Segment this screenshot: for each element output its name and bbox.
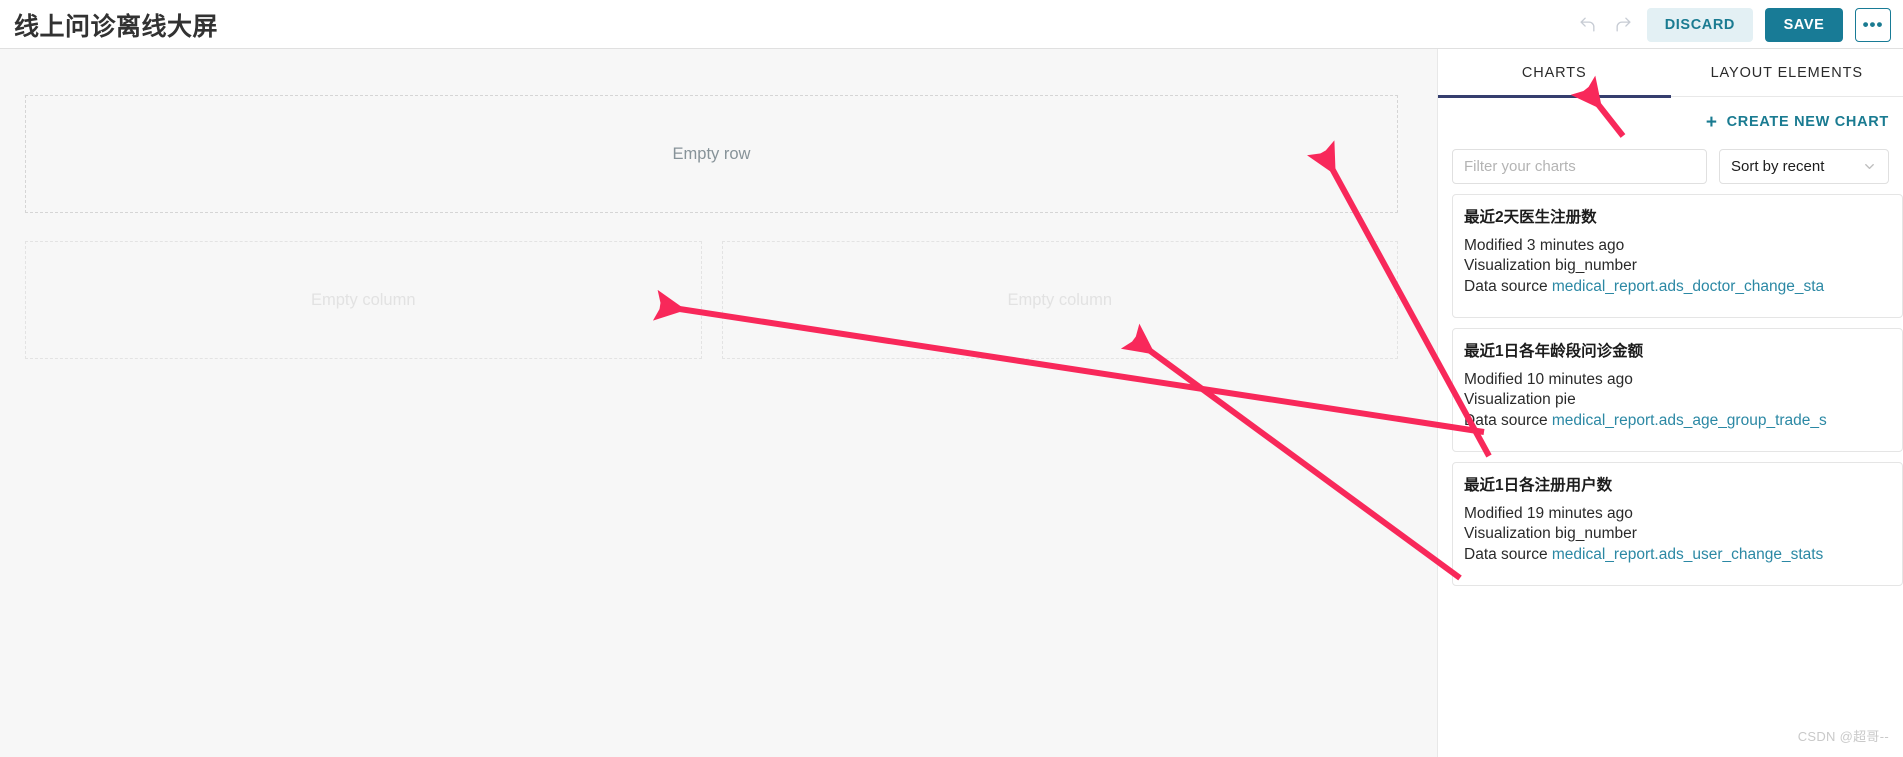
undo-button[interactable] <box>1575 12 1601 38</box>
empty-column-label: Empty column <box>310 290 416 309</box>
create-chart-row: + CREATE NEW CHART <box>1438 97 1903 147</box>
filter-sort-row: Sort by recent <box>1438 149 1903 184</box>
save-button[interactable]: SAVE <box>1765 7 1843 42</box>
discard-button[interactable]: DISCARD <box>1646 7 1753 42</box>
redo-icon <box>1614 15 1633 34</box>
chart-datasource-row: Data source medical_report.ads_age_group… <box>1464 411 1902 431</box>
panel-tabs: CHARTS LAYOUT ELEMENTS <box>1438 49 1903 98</box>
create-new-chart-label: CREATE NEW CHART <box>1726 114 1889 130</box>
empty-column-dropzone-1[interactable]: Empty column <box>25 241 702 359</box>
chart-card[interactable]: 最近1日各注册用户数 Modified 19 minutes ago Visua… <box>1452 462 1903 586</box>
chart-visualization-type: Visualization big_number <box>1464 257 1637 275</box>
more-options-button[interactable]: ••• <box>1855 7 1891 42</box>
create-new-chart-button[interactable]: + CREATE NEW CHART <box>1706 113 1889 132</box>
tab-charts[interactable]: CHARTS <box>1438 49 1671 98</box>
chart-datasource-row: Data source medical_report.ads_doctor_ch… <box>1464 277 1902 297</box>
chart-datasource-row: Data source medical_report.ads_user_chan… <box>1464 545 1902 565</box>
header-actions: DISCARD SAVE ••• <box>1575 0 1891 49</box>
right-side-panel: CHARTS LAYOUT ELEMENTS + CREATE NEW CHAR… <box>1437 49 1903 757</box>
csdn-watermark: CSDN @超哥-- <box>1797 729 1889 744</box>
chart-visualization-type: Visualization pie <box>1464 391 1576 409</box>
chart-modified-time: Modified 3 minutes ago <box>1464 237 1625 254</box>
undo-icon <box>1578 15 1597 34</box>
plus-icon: + <box>1705 111 1718 133</box>
chart-visualization-type: Visualization big_number <box>1464 525 1637 543</box>
chart-datasource-link[interactable]: medical_report.ads_age_group_trade_s <box>1552 412 1827 429</box>
chart-card[interactable]: 最近2天医生注册数 Modified 3 minutes ago Visuali… <box>1452 194 1903 318</box>
chart-card-list: 最近2天医生注册数 Modified 3 minutes ago Visuali… <box>1438 194 1903 586</box>
empty-column-label: Empty column <box>1007 290 1113 309</box>
empty-row-dropzone[interactable]: Empty row <box>25 95 1398 213</box>
tab-charts-label: CHARTS <box>1521 65 1587 81</box>
chart-datasource-link[interactable]: medical_report.ads_user_change_stats <box>1552 546 1823 563</box>
empty-column-dropzone-2[interactable]: Empty column <box>721 241 1398 359</box>
chart-datasource-label: Data source <box>1464 411 1548 429</box>
chart-card-title: 最近1日各年龄段问诊金额 <box>1464 343 1644 360</box>
empty-columns-row: Empty column Empty column <box>25 241 1398 359</box>
chevron-down-icon <box>1862 159 1877 174</box>
chart-datasource-label: Data source <box>1464 277 1548 295</box>
chart-modified-time: Modified 10 minutes ago <box>1464 371 1633 388</box>
chart-card-title: 最近1日各注册用户数 <box>1464 477 1613 494</box>
tab-layout-elements-label: LAYOUT ELEMENTS <box>1710 65 1863 81</box>
page-title: 线上问诊离线大屏 <box>14 13 219 41</box>
chart-datasource-label: Data source <box>1464 545 1548 563</box>
filter-charts-input[interactable] <box>1452 149 1707 184</box>
sort-by-value: Sort by recent <box>1731 158 1825 175</box>
sort-by-select[interactable]: Sort by recent <box>1719 149 1889 184</box>
app-header: 线上问诊离线大屏 DISCARD SAVE ••• <box>0 0 1903 49</box>
redo-button[interactable] <box>1611 12 1637 38</box>
chart-datasource-link[interactable]: medical_report.ads_doctor_change_sta <box>1552 278 1824 295</box>
tab-layout-elements[interactable]: LAYOUT ELEMENTS <box>1671 49 1903 97</box>
chart-card[interactable]: 最近1日各年龄段问诊金额 Modified 10 minutes ago Vis… <box>1452 328 1903 452</box>
empty-row-label: Empty row <box>672 144 751 163</box>
chart-modified-time: Modified 19 minutes ago <box>1464 505 1633 522</box>
chart-card-title: 最近2天医生注册数 <box>1464 209 1597 226</box>
dashboard-canvas[interactable]: Empty row Empty column Empty column <box>0 49 1437 757</box>
